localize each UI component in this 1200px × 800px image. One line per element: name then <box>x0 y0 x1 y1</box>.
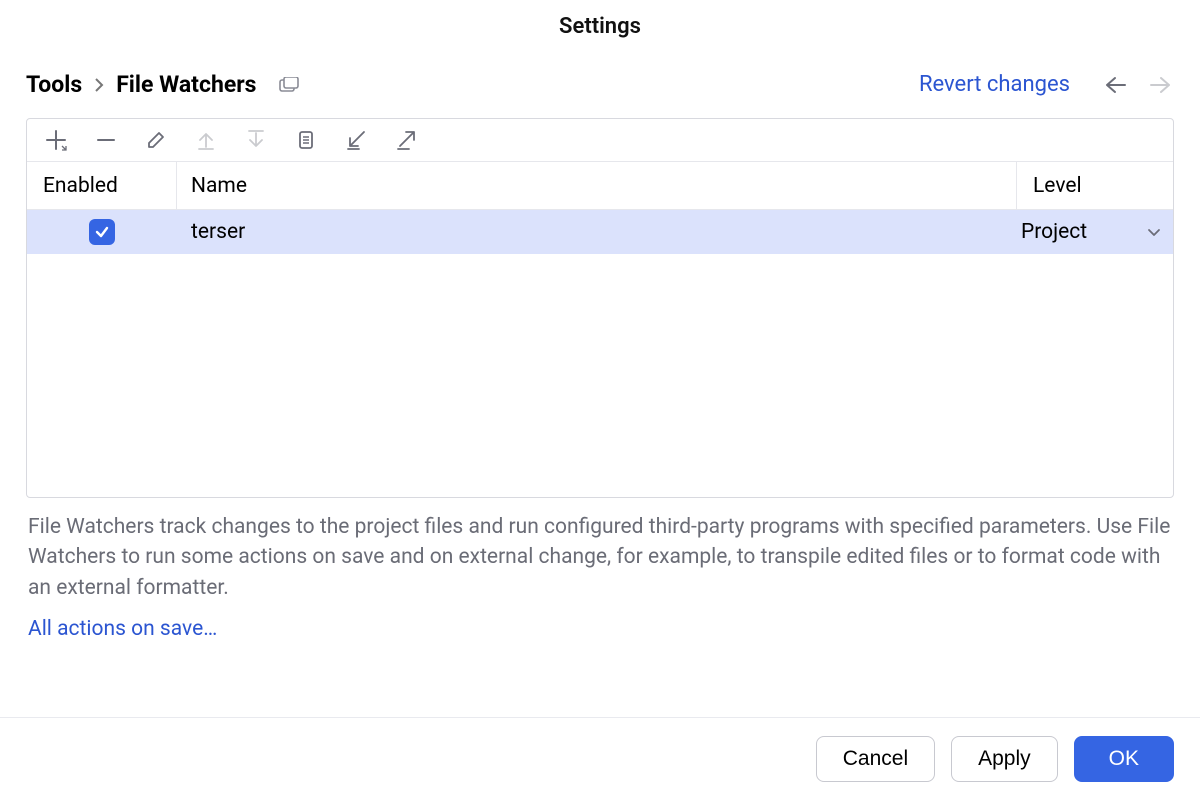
edit-button[interactable] <box>143 127 169 153</box>
file-watchers-panel: Enabled Name Level terser Project <box>26 118 1174 498</box>
dialog-footer: Cancel Apply OK <box>0 717 1200 800</box>
title-bar: Settings <box>0 0 1200 53</box>
watcher-level-cell[interactable]: Project <box>1017 220 1173 244</box>
enabled-cell <box>27 219 177 245</box>
main-content: Enabled Name Level terser Project File W… <box>0 118 1200 717</box>
revert-changes-link[interactable]: Revert changes <box>919 72 1070 97</box>
window-title: Settings <box>559 14 641 39</box>
breadcrumb-parent[interactable]: Tools <box>26 71 82 98</box>
column-header-level[interactable]: Level <box>1017 162 1173 209</box>
breadcrumb-current: File Watchers <box>116 71 256 98</box>
description-text: File Watchers track changes to the proje… <box>26 498 1174 611</box>
table-row[interactable]: terser Project <box>27 210 1173 254</box>
remove-button[interactable] <box>93 127 119 153</box>
nav-arrows <box>1102 72 1174 98</box>
move-up-button <box>193 127 219 153</box>
export-button[interactable] <box>393 127 419 153</box>
watcher-name-cell: terser <box>177 220 1017 244</box>
all-actions-on-save-link[interactable]: All actions on save… <box>26 611 1174 647</box>
nav-forward-button <box>1148 72 1174 98</box>
toolbar <box>27 119 1173 162</box>
apply-button[interactable]: Apply <box>951 736 1058 782</box>
move-down-button <box>243 127 269 153</box>
chevron-down-icon <box>1147 227 1161 237</box>
chevron-right-icon <box>94 77 104 93</box>
add-button[interactable] <box>43 127 69 153</box>
column-header-enabled[interactable]: Enabled <box>27 162 177 209</box>
column-header-name[interactable]: Name <box>177 162 1017 209</box>
copy-button[interactable] <box>293 127 319 153</box>
level-value: Project <box>1021 220 1087 244</box>
cancel-button[interactable]: Cancel <box>816 736 935 782</box>
import-button[interactable] <box>343 127 369 153</box>
ok-button[interactable]: OK <box>1074 736 1174 782</box>
table-empty-area <box>27 254 1173 497</box>
settings-header: Tools File Watchers Revert changes <box>0 53 1200 118</box>
project-settings-icon <box>279 77 299 93</box>
nav-back-button[interactable] <box>1102 72 1128 98</box>
enabled-checkbox[interactable] <box>89 219 115 245</box>
breadcrumb: Tools File Watchers <box>26 71 919 98</box>
table-header: Enabled Name Level <box>27 162 1173 210</box>
